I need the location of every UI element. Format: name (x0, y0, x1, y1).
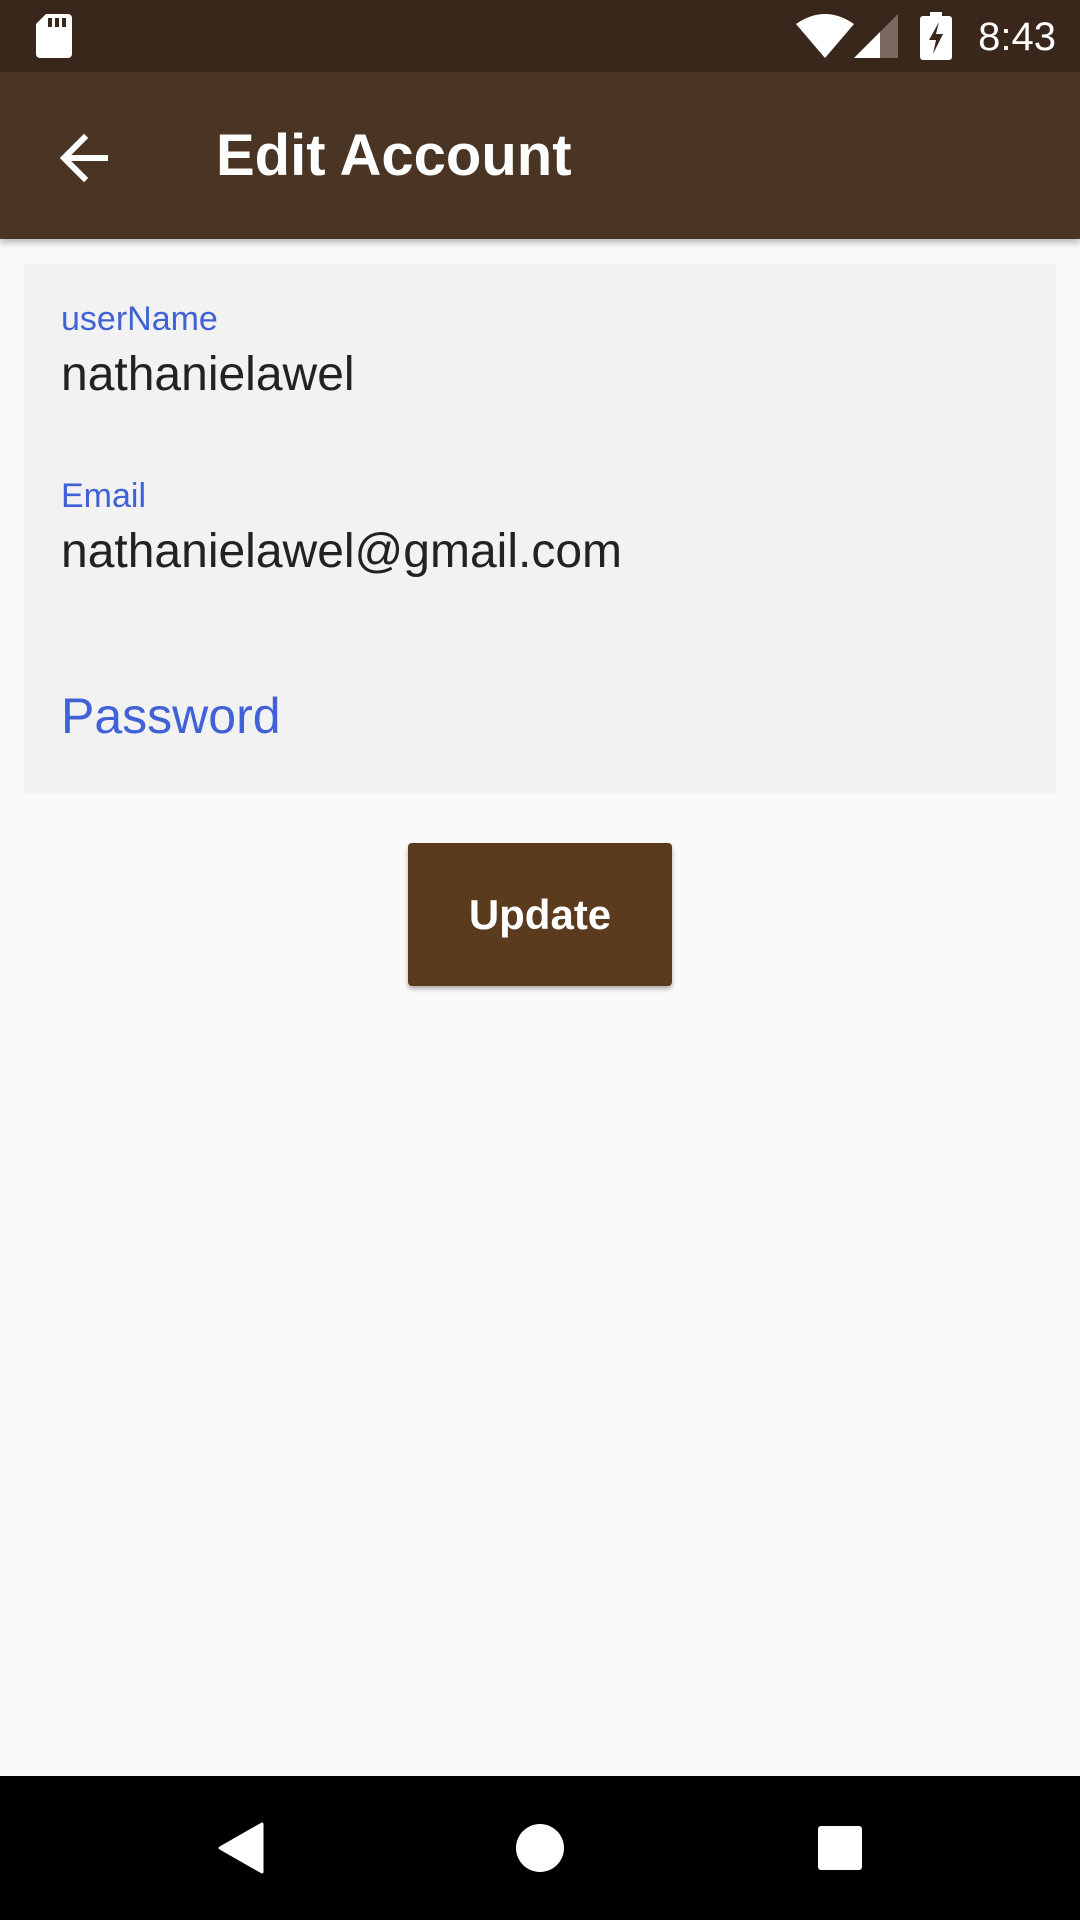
email-field[interactable] (61, 521, 1011, 581)
navigation-bar (0, 1776, 1080, 1920)
status-time: 8:43 (978, 15, 1056, 59)
password-field[interactable]: Password (61, 676, 1011, 756)
app-bar: Edit Account (0, 72, 1080, 239)
cell-signal-icon (854, 14, 898, 58)
username-label: userName (61, 300, 218, 338)
recents-square-icon (818, 1826, 862, 1870)
status-bar: 8:43 (0, 0, 1080, 72)
page-title: Edit Account (216, 123, 572, 188)
sd-card-icon (36, 14, 72, 58)
password-placeholder: Password (61, 688, 281, 744)
nav-home-button[interactable] (490, 1798, 590, 1898)
edit-account-screen: 8:43 Edit Account userName Email Passwor… (0, 0, 1080, 1920)
nav-back-button[interactable] (190, 1798, 290, 1898)
email-label: Email (61, 477, 147, 515)
back-button[interactable] (44, 118, 124, 198)
home-circle-icon (516, 1824, 564, 1872)
update-button[interactable]: Update (408, 843, 672, 986)
username-field[interactable] (61, 344, 1011, 404)
wifi-icon (796, 14, 854, 58)
nav-recents-button[interactable] (790, 1798, 890, 1898)
battery-charging-icon (920, 12, 952, 60)
back-triangle-icon (218, 1822, 264, 1874)
arrow-back-icon (59, 134, 108, 182)
update-button-label: Update (468, 890, 612, 938)
account-form: userName Email Password (24, 264, 1056, 794)
